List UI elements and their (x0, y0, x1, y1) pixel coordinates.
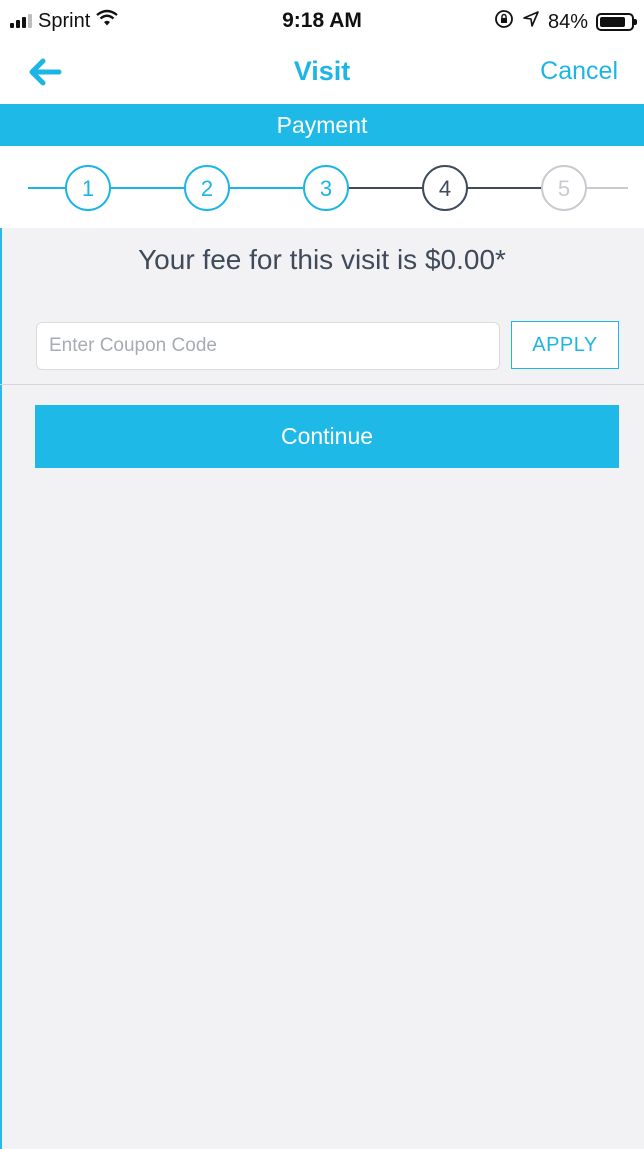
step-label-5: 5 (558, 176, 570, 201)
continue-button[interactable]: Continue (35, 405, 619, 468)
progress-stepper: 1 2 3 4 5 (0, 146, 644, 228)
step-label-1: 1 (82, 176, 94, 201)
step-label-4: 4 (439, 176, 451, 201)
status-bar: Sprint 9:18 AM 84% (0, 0, 644, 44)
divider (0, 384, 644, 385)
section-title: Payment (276, 111, 368, 138)
coupon-code-input[interactable] (36, 322, 500, 370)
battery-percent: 84% (547, 10, 588, 33)
step-label-3: 3 (320, 176, 332, 201)
battery-fill (600, 17, 625, 27)
section-header: Payment (0, 104, 644, 146)
stepper-graphic: 1 2 3 4 5 (28, 165, 628, 211)
fee-text: Your fee for this visit is $0.00* (138, 244, 506, 275)
step-label-2: 2 (201, 176, 213, 201)
location-icon (522, 10, 540, 34)
nav-bar: Visit Cancel (0, 44, 644, 104)
orientation-lock-icon (494, 9, 514, 35)
cancel-button[interactable]: Cancel (540, 57, 618, 86)
apply-button[interactable]: APPLY (511, 321, 619, 369)
status-right: 84% (494, 9, 637, 35)
battery-icon (596, 13, 637, 31)
